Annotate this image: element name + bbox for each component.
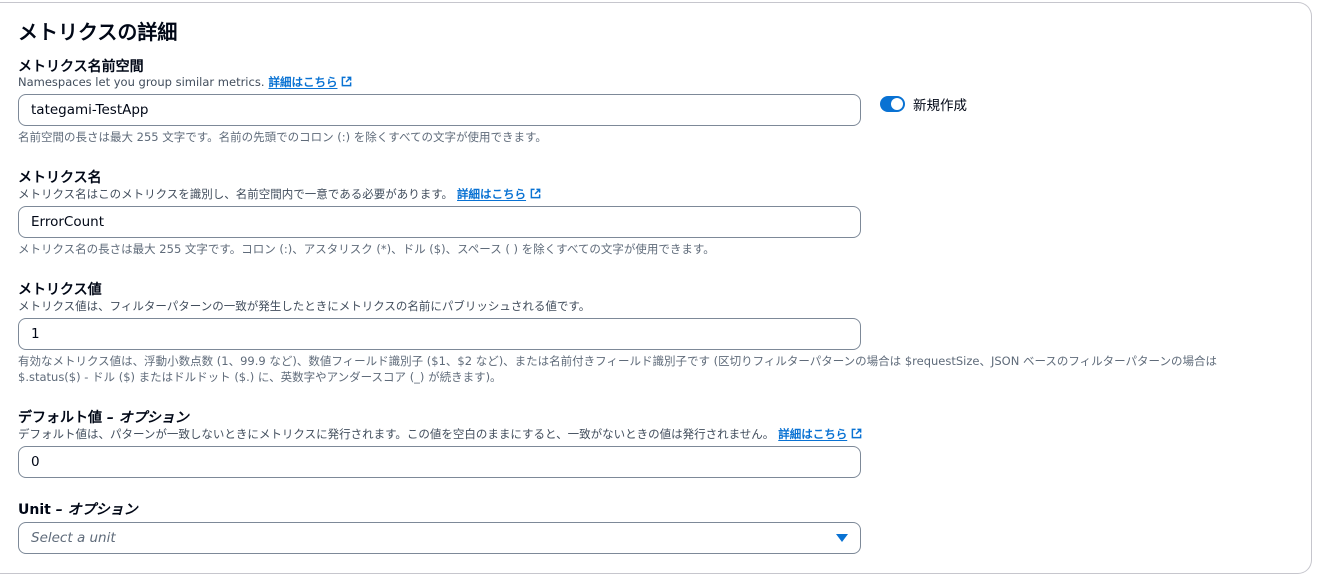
metric-name-input[interactable] [18, 206, 861, 238]
default-value-learn-more-link[interactable]: 詳細はこちら [778, 427, 847, 441]
unit-label-text: Unit [18, 502, 51, 518]
unit-label: Unit – オプション [18, 499, 138, 519]
metric-name-learn-more-link[interactable]: 詳細はこちら [457, 187, 526, 201]
section-title: メトリクスの詳細 [18, 20, 178, 44]
optional-marker: – オプション [50, 502, 138, 518]
unit-select-placeholder: Select a unit [31, 530, 116, 546]
default-value-input[interactable] [18, 446, 861, 478]
metric-value-description: メトリクス値は、フィルターパターンの一致が発生したときにメトリクスの名前にパブリ… [18, 299, 591, 313]
external-link-icon[interactable] [851, 428, 862, 439]
toggle-label: 新規作成 [913, 98, 967, 114]
default-value-description: デフォルト値は、パターンが一致しないときにメトリクスに発行されます。この値を空白… [18, 426, 862, 442]
namespace-learn-more-link[interactable]: 詳細はこちら [268, 75, 337, 89]
default-value-description-text: デフォルト値は、パターンが一致しないときにメトリクスに発行されます。この値を空白… [18, 427, 775, 441]
metric-value-hint-line2: $.status($) - ドル ($) またはドルドット ($.) に、英数字… [18, 370, 502, 384]
metric-value-label: メトリクス値 [18, 282, 102, 298]
namespace-description-text: Namespaces let you group similar metrics… [18, 75, 265, 89]
caret-down-icon [836, 534, 848, 542]
toggle-switch[interactable] [880, 96, 905, 112]
external-link-icon[interactable] [341, 76, 352, 87]
toggle-knob [891, 98, 903, 110]
metric-value-hint-line1: 有効なメトリクス値は、浮動小数点数 (1、99.9 など)、数値フィールド識別子… [18, 354, 1217, 368]
external-link-icon[interactable] [530, 188, 541, 199]
metric-name-label: メトリクス名 [18, 170, 102, 186]
metric-name-description: メトリクス名はこのメトリクスを識別し、名前空間内で一意である必要があります。 詳細… [18, 186, 541, 202]
create-new-toggle[interactable]: 新規作成 [880, 94, 967, 114]
namespace-hint: 名前空間の長さは最大 255 文字です。名前の先頭でのコロン (:) を除くすべ… [18, 130, 547, 144]
unit-select[interactable]: Select a unit [18, 522, 861, 554]
default-value-label-text: デフォルト値 [18, 410, 102, 426]
namespace-label: メトリクス名前空間 [18, 59, 144, 75]
namespace-input[interactable] [18, 94, 861, 126]
metric-name-hint: メトリクス名の長さは最大 255 文字です。コロン (:)、アスタリスク (*)… [18, 242, 715, 256]
optional-marker: – オプション [102, 410, 189, 426]
namespace-description: Namespaces let you group similar metrics… [18, 74, 352, 90]
metric-value-input[interactable] [18, 318, 861, 350]
metric-name-description-text: メトリクス名はこのメトリクスを識別し、名前空間内で一意である必要があります。 [18, 187, 454, 201]
default-value-label: デフォルト値 – オプション [18, 407, 189, 427]
